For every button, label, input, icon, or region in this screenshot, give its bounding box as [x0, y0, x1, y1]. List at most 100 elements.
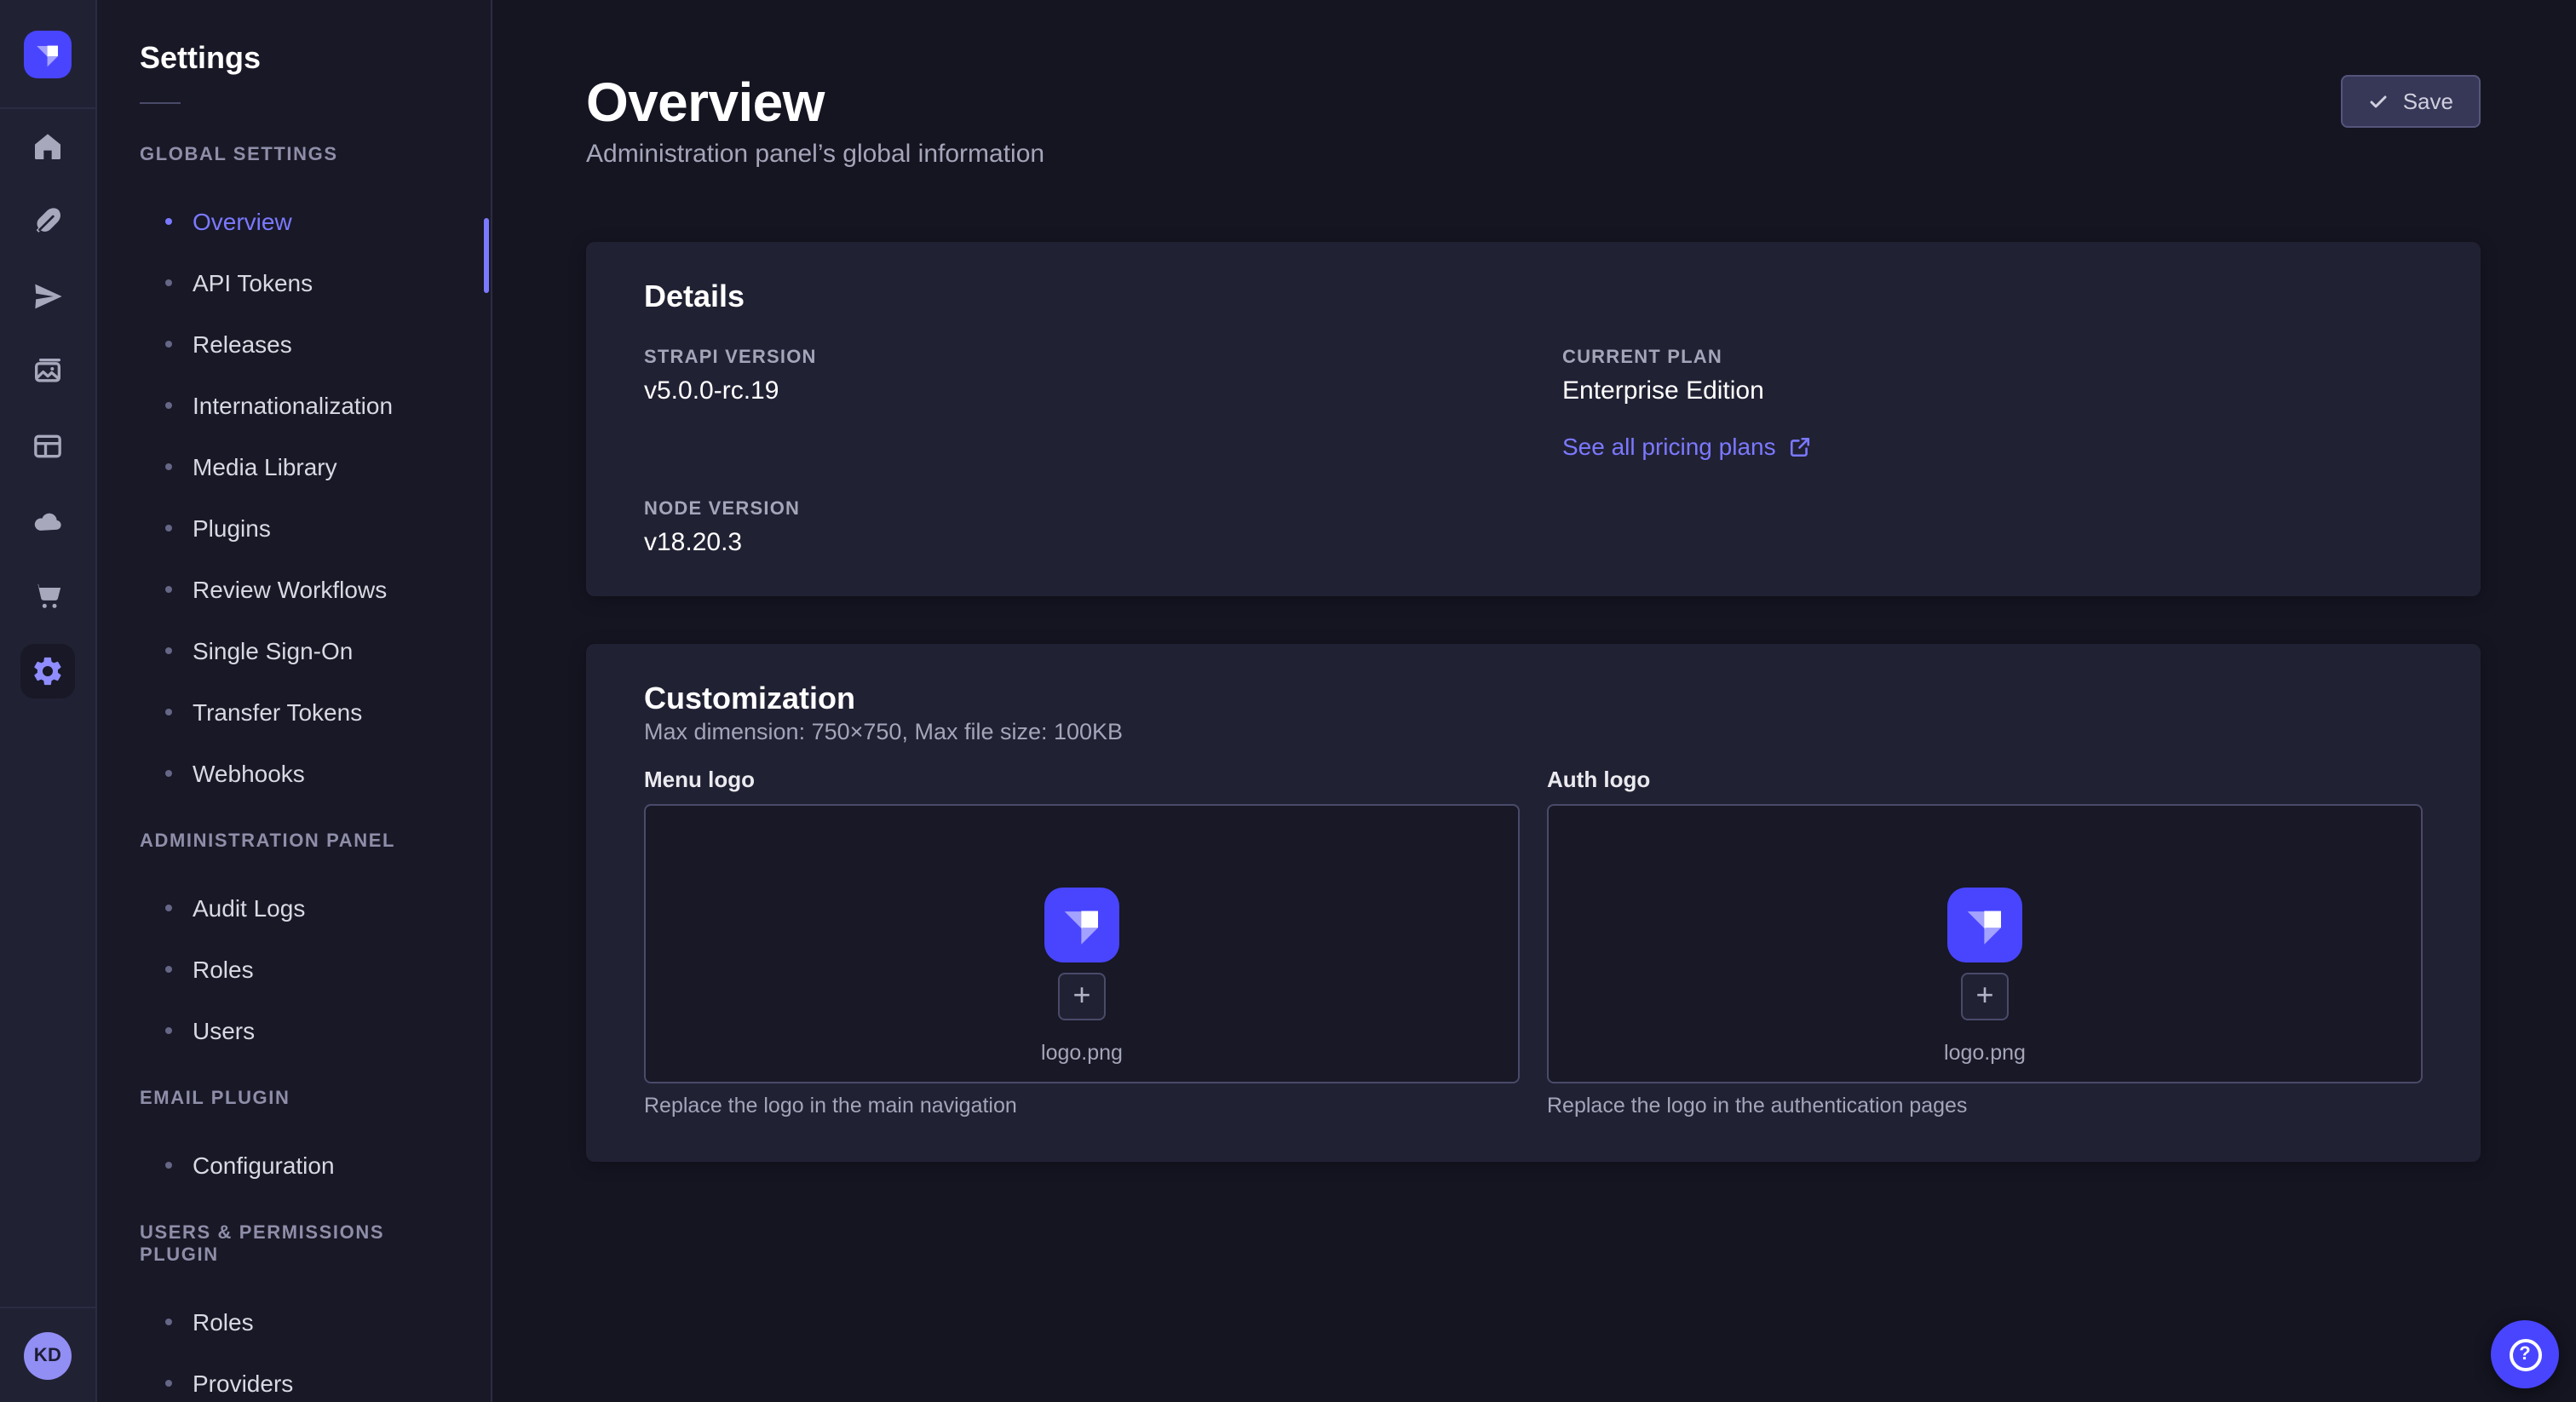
main-content: Overview Administration panel’s global i… — [492, 0, 2576, 1402]
sidebar-item-label: Roles — [193, 956, 254, 983]
paper-plane-icon[interactable] — [0, 259, 95, 334]
menu-logo-add-button[interactable]: + — [1058, 973, 1106, 1020]
sidebar-item-label: Webhooks — [193, 760, 305, 787]
gear-icon — [20, 644, 75, 698]
strapi-logo[interactable] — [24, 30, 72, 78]
subnav-title-rule — [140, 102, 181, 104]
sidebar-item-audit-logs[interactable]: Audit Logs — [140, 877, 463, 939]
bullet-icon — [165, 1319, 172, 1325]
sidebar-item-api-tokens[interactable]: API Tokens — [140, 252, 463, 313]
cart-icon[interactable] — [0, 559, 95, 634]
rail-spacer — [0, 709, 95, 1307]
auth-logo-label: Auth logo — [1547, 767, 2423, 794]
field-value: Enterprise Edition — [1562, 378, 2423, 405]
bullet-icon — [165, 341, 172, 348]
section-label: USERS & PERMISSIONS PLUGIN — [140, 1223, 463, 1267]
menu-logo-label: Menu logo — [644, 767, 1520, 794]
section-email-plugin: EMAIL PLUGIN Configuration — [140, 1089, 463, 1196]
field-label: NODE VERSION — [644, 499, 1504, 520]
auth-logo-upload: Auth logo + logo.png Replace the logo in… — [1547, 767, 2423, 1118]
auth-logo-caption: Replace the logo in the authentication p… — [1547, 1094, 2423, 1118]
customization-card-title: Customization — [644, 681, 2423, 715]
help-button[interactable]: ? — [2491, 1320, 2559, 1388]
details-right-column: CURRENT PLAN Enterprise Edition See all … — [1562, 313, 2423, 557]
layout-icon[interactable] — [0, 409, 95, 484]
bullet-icon — [165, 647, 172, 654]
menu-logo-preview — [1044, 888, 1119, 962]
bullet-icon — [165, 709, 172, 715]
sidebar-item-label: Roles — [193, 1308, 254, 1336]
sidebar-item-label: Providers — [193, 1370, 293, 1397]
feather-icon[interactable] — [0, 184, 95, 259]
sidebar-item-email-configuration[interactable]: Configuration — [140, 1135, 463, 1196]
strapi-version-field: STRAPI VERSION v5.0.0-rc.19 — [644, 348, 1504, 405]
app-window: KD Settings GLOBAL SETTINGS Overview API… — [0, 0, 2576, 1402]
plus-icon: + — [1975, 980, 1993, 1010]
sidebar-item-transfer-tokens[interactable]: Transfer Tokens — [140, 681, 463, 743]
sidebar-item-label: Releases — [193, 330, 292, 358]
auth-logo-add-button[interactable]: + — [1961, 973, 2009, 1020]
settings-subnav: Settings GLOBAL SETTINGS Overview API To… — [97, 0, 492, 1402]
customization-card-subtitle: Max dimension: 750×750, Max file size: 1… — [644, 719, 2423, 746]
auth-logo-filename: logo.png — [1944, 1041, 2026, 1065]
sidebar-item-up-providers[interactable]: Providers — [140, 1353, 463, 1402]
sidebar-item-single-sign-on[interactable]: Single Sign-On — [140, 620, 463, 681]
sidebar-item-label: Single Sign-On — [193, 637, 353, 664]
subnav-scrollbar-thumb[interactable] — [484, 218, 489, 293]
sidebar-item-label: Users — [193, 1017, 255, 1044]
cloud-icon[interactable] — [0, 484, 95, 559]
sidebar-item-label: Transfer Tokens — [193, 698, 362, 726]
bullet-icon — [165, 905, 172, 911]
sidebar-item-plugins[interactable]: Plugins — [140, 497, 463, 559]
sidebar-item-admin-users[interactable]: Users — [140, 1000, 463, 1061]
workspace-logo-block — [0, 0, 95, 109]
section-label: ADMINISTRATION PANEL — [140, 831, 463, 853]
user-avatar[interactable]: KD — [24, 1331, 72, 1379]
page-subtitle: Administration panel’s global informatio… — [586, 140, 2481, 170]
field-label: CURRENT PLAN — [1562, 348, 2423, 368]
main-nav-rail: KD — [0, 0, 97, 1402]
bullet-icon — [165, 1027, 172, 1034]
sidebar-item-webhooks[interactable]: Webhooks — [140, 743, 463, 804]
sidebar-item-releases[interactable]: Releases — [140, 313, 463, 375]
sidebar-item-internationalization[interactable]: Internationalization — [140, 375, 463, 436]
sidebar-item-label: Audit Logs — [193, 894, 305, 922]
sidebar-item-label: API Tokens — [193, 269, 313, 296]
external-link-icon — [1790, 435, 1812, 457]
question-mark-icon: ? — [2509, 1338, 2541, 1370]
menu-logo-dropzone[interactable]: + logo.png — [644, 804, 1520, 1083]
bullet-icon — [165, 586, 172, 593]
bullet-icon — [165, 463, 172, 470]
bullet-icon — [165, 402, 172, 409]
section-label: EMAIL PLUGIN — [140, 1089, 463, 1111]
section-administration-panel: ADMINISTRATION PANEL Audit Logs Roles Us… — [140, 831, 463, 1061]
settings-rail-button[interactable] — [0, 634, 95, 709]
details-card: Details STRAPI VERSION v5.0.0-rc.19 NODE… — [586, 242, 2481, 596]
current-plan-field: CURRENT PLAN Enterprise Edition — [1562, 348, 2423, 405]
section-label: GLOBAL SETTINGS — [140, 145, 463, 167]
bullet-icon — [165, 966, 172, 973]
menu-logo-caption: Replace the logo in the main navigation — [644, 1094, 1520, 1118]
sidebar-item-up-roles[interactable]: Roles — [140, 1291, 463, 1353]
sidebar-item-admin-roles[interactable]: Roles — [140, 939, 463, 1000]
sidebar-item-label: Media Library — [193, 453, 337, 480]
auth-logo-preview — [1947, 888, 2022, 962]
bullet-icon — [165, 525, 172, 531]
auth-logo-dropzone[interactable]: + logo.png — [1547, 804, 2423, 1083]
bullet-icon — [165, 1162, 172, 1169]
pricing-plans-link[interactable]: See all pricing plans — [1562, 433, 1812, 460]
sidebar-item-review-workflows[interactable]: Review Workflows — [140, 559, 463, 620]
details-card-title: Details — [644, 279, 2423, 313]
save-button[interactable]: Save — [2342, 75, 2481, 128]
page-title: Overview — [586, 72, 2481, 133]
node-version-field: NODE VERSION v18.20.3 — [644, 499, 1504, 557]
sidebar-item-media-library[interactable]: Media Library — [140, 436, 463, 497]
sidebar-item-overview[interactable]: Overview — [140, 191, 463, 252]
sidebar-item-label: Plugins — [193, 514, 271, 542]
rail-avatar-block: KD — [0, 1307, 95, 1402]
field-value: v18.20.3 — [644, 530, 1504, 557]
pictures-icon[interactable] — [0, 334, 95, 409]
save-button-label: Save — [2403, 89, 2453, 114]
home-icon[interactable] — [0, 109, 95, 184]
section-global-settings: GLOBAL SETTINGS Overview API Tokens Rele… — [140, 145, 463, 804]
